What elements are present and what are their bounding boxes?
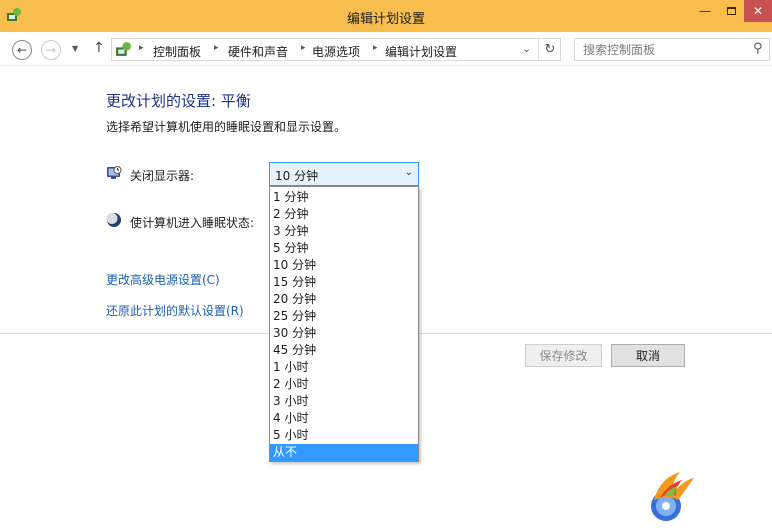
refresh-icon: ↻ bbox=[544, 42, 556, 57]
breadcrumb-separator-icon: ▸ bbox=[373, 43, 378, 53]
option-item-highlighted[interactable]: 从不 bbox=[270, 444, 418, 461]
sleep-moon-icon bbox=[106, 213, 121, 227]
close-icon: ✕ bbox=[752, 4, 764, 18]
option-item[interactable]: 10 分钟 bbox=[270, 257, 418, 274]
breadcrumb-separator-icon: ▸ bbox=[214, 43, 219, 53]
option-item[interactable]: 15 分钟 bbox=[270, 274, 418, 291]
option-item[interactable]: 5 分钟 bbox=[270, 240, 418, 257]
display-off-options-list: 1 分钟 2 分钟 3 分钟 5 分钟 10 分钟 15 分钟 20 分钟 25… bbox=[269, 186, 419, 462]
option-item[interactable]: 2 分钟 bbox=[270, 206, 418, 223]
restore-defaults-link[interactable]: 还原此计划的默认设置(R) bbox=[106, 302, 244, 319]
recent-locations-button[interactable]: ▼ bbox=[72, 44, 78, 53]
breadcrumb-separator-icon: ▸ bbox=[139, 43, 144, 53]
address-dropdown-icon[interactable]: ⌄ bbox=[522, 42, 531, 55]
search-input[interactable] bbox=[583, 42, 743, 58]
option-item[interactable]: 4 小时 bbox=[270, 410, 418, 427]
control-panel-icon bbox=[116, 42, 131, 56]
minimize-icon: — bbox=[699, 4, 711, 18]
option-item[interactable]: 20 分钟 bbox=[270, 291, 418, 308]
chevron-down-icon: ⌄ bbox=[404, 167, 413, 178]
maximize-button[interactable] bbox=[718, 0, 744, 22]
navigation-bar: ← → ▼ ↑ ▸ 控制面板 ▸ 硬件和声音 ▸ 电源选项 ▸ 编辑计划设置 ⌄… bbox=[0, 32, 772, 66]
breadcrumb-power-options[interactable]: 电源选项 bbox=[312, 43, 360, 60]
up-button[interactable]: ↑ bbox=[93, 40, 105, 56]
cancel-button[interactable]: 取消 bbox=[611, 344, 685, 367]
page-description: 选择希望计算机使用的睡眠设置和显示设置。 bbox=[106, 120, 347, 134]
option-item[interactable]: 2 小时 bbox=[270, 376, 418, 393]
search-icon[interactable]: ⚲ bbox=[753, 41, 763, 56]
breadcrumb-hardware-sound[interactable]: 硬件和声音 bbox=[228, 43, 288, 60]
minimize-button[interactable]: — bbox=[692, 0, 718, 22]
maximize-icon bbox=[726, 7, 736, 15]
advanced-power-settings-link[interactable]: 更改高级电源设置(C) bbox=[106, 271, 220, 288]
window-title: 编辑计划设置 bbox=[346, 12, 425, 27]
page-title: 更改计划的设置: 平衡 bbox=[106, 92, 251, 110]
option-item[interactable]: 25 分钟 bbox=[270, 308, 418, 325]
breadcrumb-edit-plan[interactable]: 编辑计划设置 bbox=[385, 43, 457, 60]
display-off-value: 10 分钟 bbox=[275, 169, 319, 183]
refresh-button[interactable]: ↻ bbox=[538, 39, 561, 60]
forward-button[interactable]: → bbox=[41, 40, 61, 60]
option-item[interactable]: 5 小时 bbox=[270, 427, 418, 444]
display-monitor-icon bbox=[107, 166, 122, 179]
display-off-label: 关闭显示器: bbox=[130, 169, 195, 183]
option-item[interactable]: 45 分钟 bbox=[270, 342, 418, 359]
search-box[interactable]: ⚲ bbox=[574, 38, 770, 61]
option-item[interactable]: 30 分钟 bbox=[270, 325, 418, 342]
option-item[interactable]: 1 分钟 bbox=[270, 189, 418, 206]
option-item[interactable]: 3 分钟 bbox=[270, 223, 418, 240]
back-button[interactable]: ← bbox=[12, 40, 32, 60]
forward-arrow-icon: → bbox=[45, 43, 57, 57]
save-changes-button[interactable]: 保存修改 bbox=[525, 344, 602, 367]
title-bar: 编辑计划设置 — ✕ bbox=[0, 0, 772, 32]
flame-disc-logo-icon bbox=[651, 472, 694, 521]
chevron-down-icon: ▼ bbox=[72, 44, 79, 53]
back-arrow-icon: ← bbox=[16, 43, 28, 57]
address-bar[interactable]: ▸ 控制面板 ▸ 硬件和声音 ▸ 电源选项 ▸ 编辑计划设置 ⌄ ↻ bbox=[111, 38, 561, 61]
option-item[interactable]: 1 小时 bbox=[270, 359, 418, 376]
sleep-label: 使计算机进入睡眠状态: bbox=[130, 216, 255, 230]
breadcrumb-control-panel[interactable]: 控制面板 bbox=[153, 43, 201, 60]
close-button[interactable]: ✕ bbox=[744, 0, 772, 22]
breadcrumb-separator-icon: ▸ bbox=[301, 43, 306, 53]
display-off-select[interactable]: 10 分钟 ⌄ bbox=[269, 162, 419, 186]
up-arrow-icon: ↑ bbox=[93, 40, 105, 56]
option-item[interactable]: 3 小时 bbox=[270, 393, 418, 410]
